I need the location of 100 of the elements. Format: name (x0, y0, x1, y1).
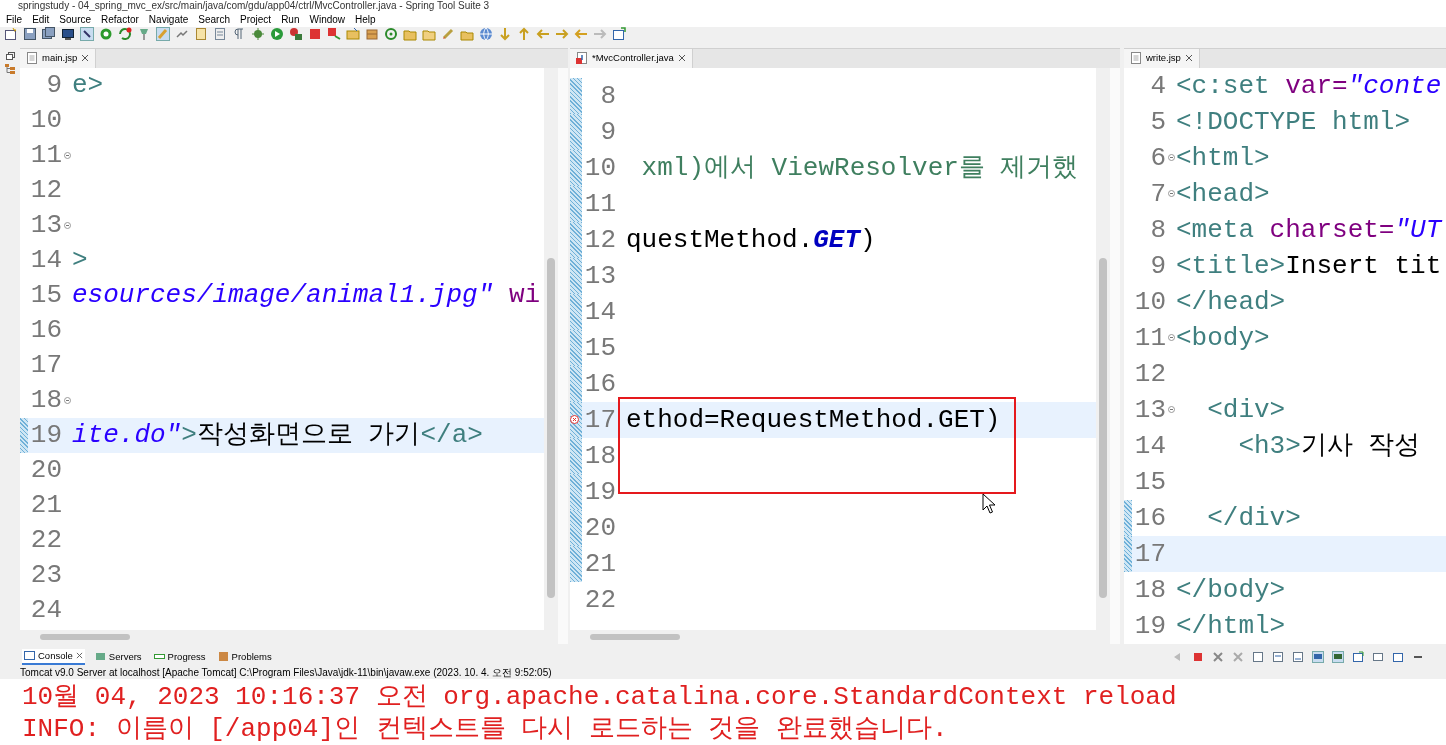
console-output-line: 10월 04, 2023 10:16:37 오전 org.apache.catalina.core.StandardContext reload (22, 681, 1178, 713)
new-icon[interactable] (4, 27, 18, 42)
code-comment: xml)에서 ViewResolver를 제거했 (640, 154, 1079, 181)
collapse-icon[interactable] (63, 396, 71, 404)
close-icon[interactable] (677, 54, 686, 63)
editor-tab[interactable]: main.jsp (20, 48, 97, 68)
menu-item[interactable]: Navigate (148, 12, 189, 27)
folder-icon[interactable] (346, 27, 360, 42)
display-icon[interactable] (1312, 651, 1324, 663)
document-icon[interactable] (1272, 651, 1284, 663)
line-number: 9 (1149, 252, 1166, 279)
hierarchy-icon[interactable] (5, 63, 15, 74)
brush-icon[interactable] (156, 27, 170, 42)
code-tag: </body> (1176, 576, 1286, 603)
document-icon[interactable] (1292, 651, 1304, 663)
refresh-icon[interactable] (118, 27, 132, 42)
code-text: 기사 작성 (1300, 432, 1421, 459)
line-number: 16 (1133, 504, 1166, 531)
folder-icon[interactable] (403, 27, 417, 42)
stop-icon[interactable] (308, 27, 322, 42)
window-icon[interactable] (1372, 651, 1384, 663)
console-tab[interactable]: Servers (92, 649, 144, 665)
code-string: ite.do" (72, 422, 182, 449)
document-icon[interactable] (1252, 651, 1264, 663)
new-window-icon[interactable] (1352, 651, 1364, 663)
line-number: 15 (583, 334, 616, 361)
line-number: 14 (29, 247, 62, 274)
line-number: 14 (1133, 432, 1166, 459)
window-title: springstudy - 04_spring_mvc_ex/src/main/java/com/gdu/app04/ctrl/MvcController.java - Spring Tool Suite 3 (18, 0, 490, 12)
collapse-icon[interactable] (1167, 406, 1175, 414)
code-string: "UT (1394, 216, 1442, 243)
line-number: 21 (583, 550, 616, 577)
collapse-icon[interactable] (63, 221, 71, 229)
line-number: 18 (1133, 576, 1166, 603)
menu-item[interactable]: Search (198, 12, 230, 27)
close-icon[interactable] (1184, 54, 1193, 63)
menu-item[interactable]: Run (281, 12, 300, 27)
line-number: 18 (583, 442, 616, 469)
line-number: 17 (583, 406, 616, 433)
document-icon[interactable] (194, 27, 208, 42)
menu-item[interactable]: File (6, 12, 23, 27)
collapse-icon[interactable] (1167, 334, 1175, 342)
monitor-icon[interactable] (61, 27, 75, 42)
line-number: 8 (1149, 216, 1166, 243)
code-tag: <!DOCTYPE html> (1176, 108, 1411, 135)
line-number: 4 (1149, 72, 1166, 99)
view-icon (217, 651, 229, 663)
circle-icon[interactable] (99, 27, 113, 42)
close-icon[interactable] (75, 652, 83, 660)
code-tag: </head> (1176, 288, 1286, 315)
code-tag: <html> (1176, 144, 1270, 171)
display-icon[interactable] (1332, 651, 1344, 663)
console-tab[interactable]: Console (22, 649, 85, 665)
collapse-icon[interactable] (1167, 154, 1175, 162)
editor-tab[interactable]: *MvcController.java (570, 48, 693, 68)
line-number: 19 (583, 478, 616, 505)
editor-tab[interactable]: write.jsp (1124, 48, 1200, 68)
view-icon (94, 651, 106, 663)
restore-icon[interactable] (5, 51, 15, 60)
menu-item[interactable]: Window (309, 12, 346, 27)
save-all-icon[interactable] (42, 27, 56, 42)
console-tab[interactable]: Progress (151, 649, 208, 665)
line-number: 21 (29, 492, 62, 519)
stop-icon[interactable] (1192, 651, 1204, 663)
line-number: 11 (583, 190, 616, 217)
console-output-line: INFO: 이름이 [/app04]인 컨텍스트를 다시 로드하는 것을 완료했습니다. (22, 713, 949, 745)
menu-item[interactable]: Project (240, 12, 272, 27)
code-tag: <title> (1176, 252, 1286, 279)
window-icon[interactable] (612, 27, 626, 42)
pilcrow-icon[interactable] (232, 27, 246, 42)
close-icon[interactable] (81, 54, 90, 63)
line-number: 12 (583, 226, 616, 253)
line-number: 8 (599, 82, 616, 109)
collapse-icon[interactable] (63, 151, 71, 159)
folder-icon[interactable] (422, 27, 436, 42)
line-number: 13 (29, 212, 62, 239)
window-icon[interactable] (1392, 651, 1404, 663)
file-icon (1130, 52, 1142, 65)
menu-item[interactable]: Refactor (101, 12, 139, 27)
code-tag: </html> (1176, 612, 1286, 639)
down-arrow-icon[interactable] (498, 27, 512, 42)
save-icon[interactable] (23, 27, 37, 42)
remove-icon[interactable] (1212, 651, 1224, 663)
document-icon[interactable] (213, 27, 227, 42)
vertical-scrollbar[interactable] (1096, 67, 1110, 644)
view-icon (24, 650, 35, 662)
menu-item[interactable]: Source (59, 12, 92, 27)
cursor-toggle-icon[interactable] (80, 27, 94, 42)
up-arrow-icon[interactable] (517, 27, 531, 42)
play-icon[interactable] (270, 27, 284, 42)
package-icon[interactable] (365, 27, 379, 42)
line-number: 10 (1133, 288, 1166, 315)
vertical-scrollbar[interactable] (544, 67, 558, 644)
code-string: "conte (1347, 72, 1442, 99)
menu-item[interactable]: Edit (32, 12, 50, 27)
collapse-icon[interactable] (1167, 190, 1175, 198)
globe-icon[interactable] (479, 27, 493, 42)
code-tag: <h3> (1176, 432, 1301, 459)
menu-item[interactable]: Help (355, 12, 376, 27)
console-tab[interactable]: Problems (215, 649, 274, 665)
